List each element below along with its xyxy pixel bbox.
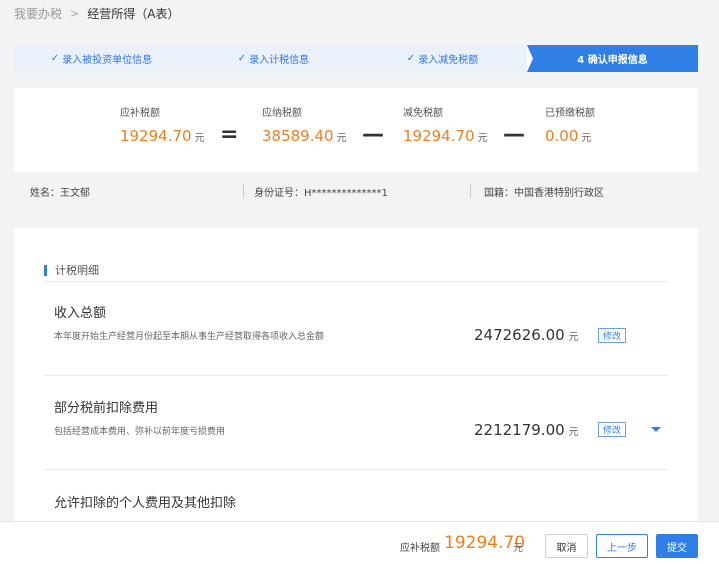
row-title: 收入总额 — [54, 306, 107, 321]
summary-value: 19294.70 — [403, 127, 475, 145]
summary-label: 应纳税额 — [262, 108, 302, 119]
row-amount: 2472626.00 元 — [474, 326, 579, 344]
step-4-active: 4 确认申报信息 — [527, 45, 698, 72]
section-title: 计税明细 — [44, 262, 99, 278]
summary-label: 减免税额 — [403, 108, 443, 119]
title-accent-bar — [44, 264, 47, 276]
cancel-button[interactable]: 取消 — [545, 534, 588, 558]
step-label: 录入计税信息 — [249, 55, 310, 66]
step-progress: ✓ 录入被投资单位信息 ✓ 录入计税信息 ✓ 录入减免税额 4 确认申报信息 — [14, 45, 698, 72]
breadcrumb-current: 经营所得（A表） — [87, 6, 180, 21]
row-title: 部分税前扣除费用 — [54, 401, 159, 416]
step-label: 4 确认申报信息 — [577, 55, 648, 66]
tax-detail-card: 计税明细 收入总额 本年度开始生产经营月份起至本期从事生产经营取得各项收入总金额… — [14, 228, 698, 528]
step-label: 录入被投资单位信息 — [62, 55, 153, 66]
edit-income-button[interactable]: 修改 — [598, 328, 626, 343]
edit-deduction-button[interactable]: 修改 — [598, 422, 626, 437]
summary-label: 应补税额 — [120, 108, 160, 119]
equals-sign: = — [220, 122, 239, 147]
summary-unit: 元 — [581, 133, 592, 144]
footer-tax-unit: 元 — [513, 543, 523, 554]
row-title: 允许扣除的个人费用及其他扣除 — [54, 496, 237, 511]
row-description: 本年度开始生产经营月份起至本期从事生产经营取得各项收入总金额 — [54, 332, 325, 342]
summary-value: 0.00 — [545, 127, 579, 145]
step-1: ✓ 录入被投资单位信息 — [14, 45, 189, 72]
taxpayer-id: 身份证号：H**************1 — [254, 187, 388, 199]
check-icon: ✓ — [406, 53, 416, 64]
summary-tax-due: 应补税额 19294.70 元 — [120, 104, 205, 145]
chevron-right-icon: > — [70, 6, 80, 20]
check-icon: ✓ — [50, 53, 60, 64]
summary-payable: 应纳税额 38589.40 元 — [262, 104, 347, 145]
summary-value: 38589.40 — [262, 127, 334, 145]
summary-unit: 元 — [194, 133, 205, 144]
footer-bar: 应补税额 19294.70 元 取消 上一步 提交 — [0, 521, 719, 564]
minus-sign: — — [503, 122, 525, 147]
minus-sign: — — [362, 122, 384, 147]
caret-down-icon[interactable] — [651, 427, 661, 432]
divider — [44, 281, 668, 282]
breadcrumb-root-link[interactable]: 我要办税 — [14, 5, 62, 22]
row-amount: 2212179.00 元 — [474, 421, 579, 439]
summary-prepaid: 已预缴税额 0.00 元 — [545, 104, 595, 145]
divider — [44, 375, 668, 376]
step-label: 录入减免税额 — [418, 55, 479, 66]
previous-step-button[interactable]: 上一步 — [596, 534, 648, 558]
taxpayer-info: 姓名：王文郁 身份证号：H**************1 国籍：中国香港特别行政… — [14, 176, 698, 206]
submit-button[interactable]: 提交 — [656, 534, 698, 558]
summary-unit: 元 — [477, 133, 488, 144]
divider — [470, 184, 471, 198]
breadcrumb: 我要办税 > 经营所得（A表） — [14, 4, 179, 22]
taxpayer-nationality: 国籍：中国香港特别行政区 — [484, 187, 604, 199]
taxpayer-name: 姓名：王文郁 — [30, 187, 90, 199]
step-2: ✓ 录入计税信息 — [189, 45, 358, 72]
summary-exemption: 减免税额 19294.70 元 — [403, 104, 488, 145]
summary-label: 已预缴税额 — [545, 108, 595, 119]
divider — [243, 184, 244, 198]
summary-unit: 元 — [336, 133, 347, 144]
step-3: ✓ 录入减免税额 — [358, 45, 527, 72]
check-icon: ✓ — [237, 53, 247, 64]
divider — [44, 469, 668, 470]
row-description: 包括经营成本费用、弥补以前年度亏损费用 — [54, 427, 226, 437]
summary-value: 19294.70 — [120, 127, 192, 145]
tax-summary: 应补税额 19294.70 元 = 应纳税额 38589.40 元 — 减免税额 1… — [14, 88, 698, 172]
footer-tax-label: 应补税额 — [400, 543, 440, 554]
